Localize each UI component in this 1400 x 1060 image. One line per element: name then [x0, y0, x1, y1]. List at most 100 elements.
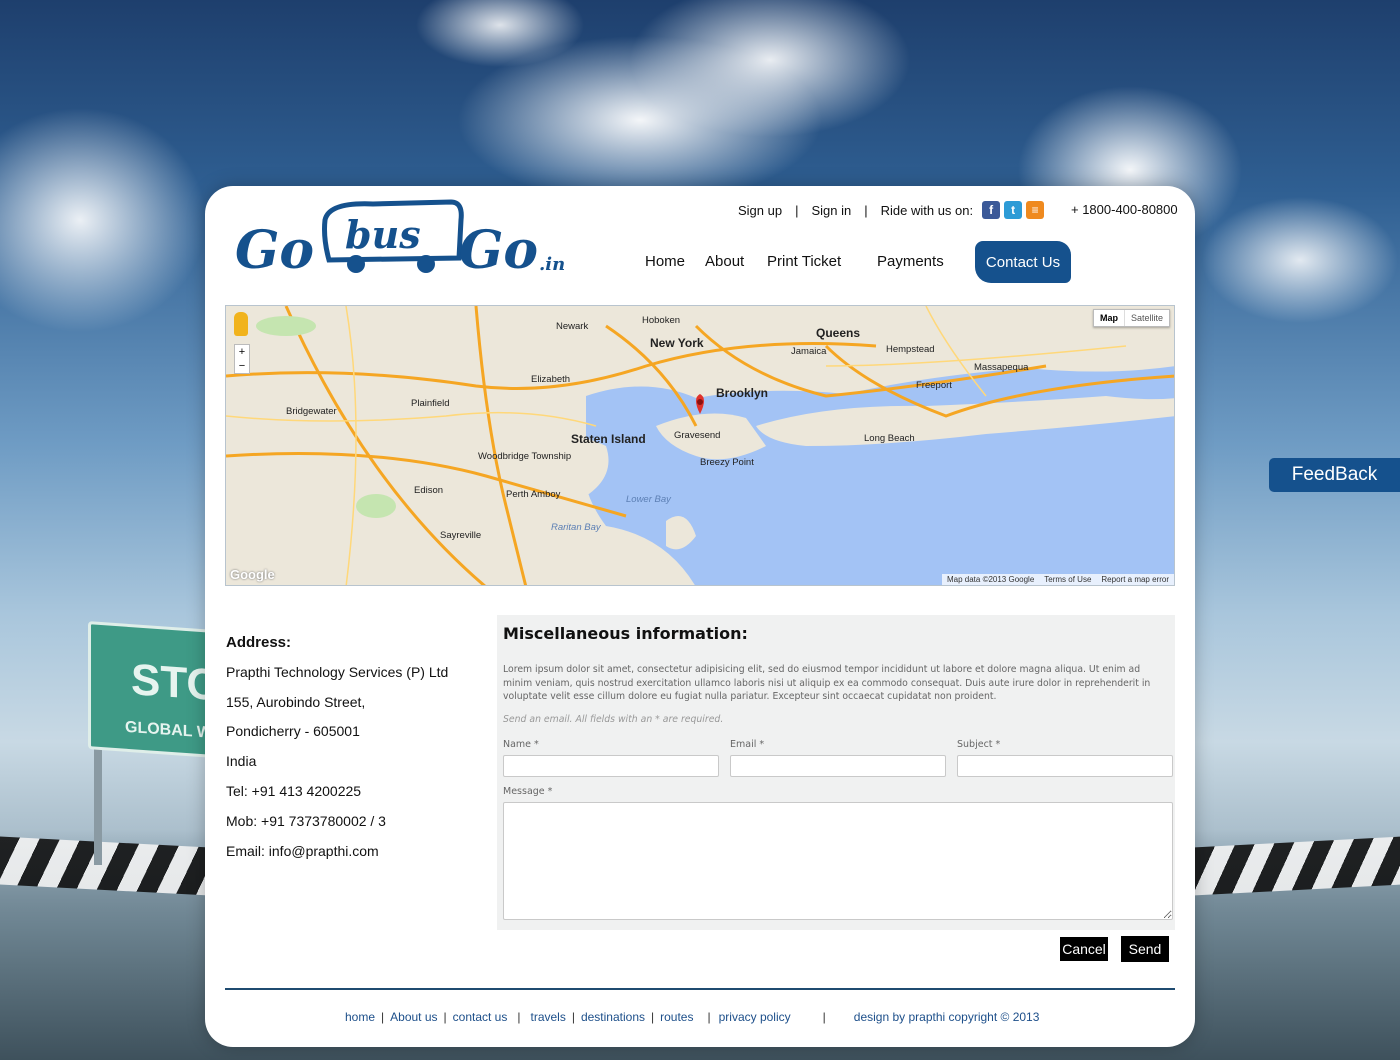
separator: |	[707, 1010, 711, 1024]
map-label: Freeport	[916, 380, 952, 391]
map-label: Plainfield	[411, 398, 450, 409]
footer-links: home | About us | contact us | travels |…	[345, 1010, 1039, 1024]
subject-label: Subject *	[957, 739, 1001, 750]
map-report-link[interactable]: Report a map error	[1101, 575, 1169, 584]
map-type-control: Map Satellite	[1092, 309, 1170, 327]
map-label: Woodbridge Township	[478, 451, 572, 462]
misc-heading: Miscellaneous information:	[503, 624, 748, 643]
map-label: Massapequa	[974, 362, 1029, 373]
form-note: Send an email. All fields with an * are …	[503, 714, 724, 725]
footer-privacy-link[interactable]: privacy policy	[719, 1010, 791, 1024]
svg-text:.in: .in	[539, 254, 565, 275]
address-country: India	[226, 753, 257, 770]
separator: |	[822, 1010, 826, 1024]
google-map[interactable]: + − Map Satellite New York Brooklyn Quee…	[225, 305, 1175, 586]
rss-icon[interactable]: ≡	[1026, 201, 1045, 219]
email-field[interactable]	[730, 755, 946, 777]
footer-divider	[225, 988, 1175, 990]
separator: |	[864, 202, 868, 218]
contact-form-panel: Miscellaneous information: Lorem ipsum d…	[497, 615, 1175, 930]
map-label: New York	[650, 336, 704, 350]
map-label: Elizabeth	[531, 374, 571, 385]
top-links-bar: Sign up | Sign in | Ride with us on: f t…	[738, 201, 1045, 219]
svg-text:Go: Go	[459, 220, 538, 281]
map-label: Hempstead	[886, 344, 935, 355]
footer-routes-link[interactable]: routes	[660, 1010, 693, 1024]
map-label: Perth Amboy	[506, 489, 561, 500]
send-button[interactable]: Send	[1121, 936, 1169, 962]
address-tel: Tel: +91 413 4200225	[226, 782, 362, 799]
footer-destinations-link[interactable]: destinations	[581, 1010, 645, 1024]
nav-payments[interactable]: Payments	[877, 253, 944, 270]
separator: |	[795, 202, 799, 218]
map-label: Staten Island	[571, 432, 646, 446]
name-field[interactable]	[503, 755, 719, 777]
separator: |	[517, 1010, 521, 1024]
gobusgo-logo[interactable]: Go bus Go .in	[233, 198, 573, 283]
address-mob: Mob: +91 7373780002 / 3	[226, 812, 386, 829]
google-logo: Google	[230, 567, 275, 582]
misc-paragraph: Lorem ipsum dolor sit amet, consectetur …	[503, 664, 1151, 702]
separator: |	[381, 1010, 385, 1024]
map-label: Bridgewater	[286, 406, 337, 417]
map-label: Breezy Point	[700, 457, 754, 468]
zoom-in-button[interactable]: +	[235, 345, 249, 359]
phone-number: + 1800-400-80800	[1071, 202, 1178, 217]
main-card: Go bus Go .in Sign up | Sign in | Ride w…	[205, 186, 1195, 1047]
name-label: Name *	[503, 739, 539, 750]
nav-about[interactable]: About	[705, 253, 744, 270]
map-label: Long Beach	[864, 433, 915, 444]
facebook-icon[interactable]: f	[982, 201, 1001, 219]
zoom-out-button[interactable]: −	[235, 359, 249, 373]
map-type-satellite-button[interactable]: Satellite	[1125, 310, 1169, 326]
address-heading: Address:	[226, 634, 292, 651]
sign-in-link[interactable]: Sign in	[811, 203, 851, 218]
map-label: Gravesend	[674, 430, 721, 441]
svg-text:Go: Go	[235, 220, 314, 281]
address-street: 155, Aurobindo Street,	[226, 693, 366, 710]
message-field[interactable]	[503, 802, 1173, 920]
map-label: Newark	[556, 321, 589, 332]
map-data-credit: Map data ©2013 Google	[946, 575, 1035, 584]
cancel-button[interactable]: Cancel	[1060, 937, 1108, 961]
footer-credit: design by prapthi copyright © 2013	[853, 1010, 1040, 1024]
address-email: Email: info@prapthi.com	[226, 842, 379, 859]
footer-home-link[interactable]: home	[345, 1010, 375, 1024]
subject-field[interactable]	[957, 755, 1173, 777]
nav-contact-us[interactable]: Contact Us	[975, 241, 1071, 283]
separator: |	[651, 1010, 655, 1024]
message-label: Message *	[503, 786, 553, 797]
map-label: Jamaica	[791, 346, 827, 357]
nav-home[interactable]: Home	[645, 253, 685, 270]
map-label: Brooklyn	[716, 386, 769, 400]
twitter-icon[interactable]: t	[1004, 201, 1023, 219]
map-type-map-button[interactable]: Map	[1094, 310, 1125, 326]
map-label: Sayreville	[440, 530, 482, 541]
map-label: Edison	[414, 485, 444, 496]
social-icons: f t ≡	[982, 201, 1045, 219]
address-company: Prapthi Technology Services (P) Ltd	[226, 663, 449, 680]
svg-text:bus: bus	[345, 212, 421, 257]
footer-about-link[interactable]: About us	[390, 1010, 437, 1024]
map-label: Raritan Bay	[551, 522, 601, 533]
map-terms-link[interactable]: Terms of Use	[1044, 575, 1091, 584]
footer-travels-link[interactable]: travels	[530, 1010, 565, 1024]
sign-up-link[interactable]: Sign up	[738, 203, 782, 218]
separator: |	[443, 1010, 447, 1024]
feedback-tab[interactable]: FeedBack	[1269, 458, 1400, 492]
map-label: Lower Bay	[626, 494, 671, 505]
zoom-control: + −	[234, 344, 250, 374]
map-label: Queens	[816, 326, 861, 340]
footer-contact-link[interactable]: contact us	[453, 1010, 508, 1024]
separator: |	[571, 1010, 575, 1024]
road-sign-post	[94, 745, 102, 865]
map-footer: Map data ©2013 Google Terms of Use Repor…	[941, 574, 1174, 585]
map-label: Hoboken	[642, 315, 681, 326]
address-city: Pondicherry - 605001	[226, 723, 360, 740]
address-block: Address: Prapthi Technology Services (P)…	[226, 628, 448, 866]
email-label: Email *	[730, 739, 765, 750]
nav-print-ticket[interactable]: Print Ticket	[767, 253, 841, 270]
road-sign-subtext: GLOBAL W	[125, 718, 212, 742]
street-view-pegman-icon[interactable]	[234, 312, 248, 336]
ride-with-us-label: Ride with us on:	[880, 202, 974, 218]
